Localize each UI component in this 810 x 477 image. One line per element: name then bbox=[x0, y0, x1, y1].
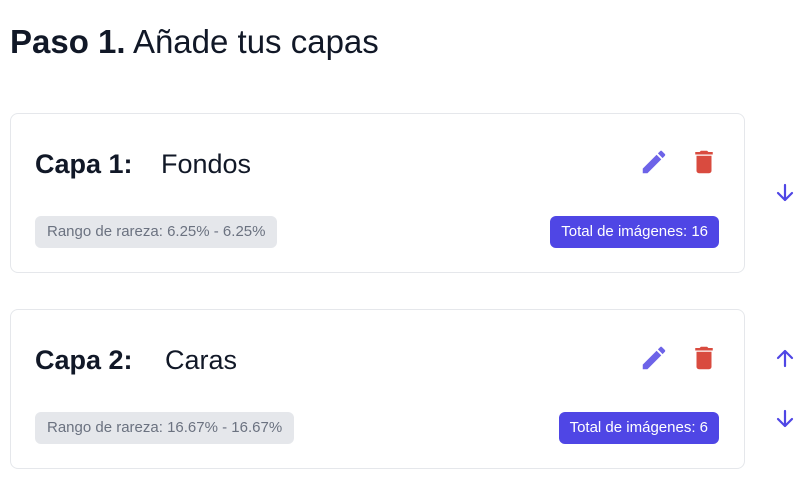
delete-button[interactable] bbox=[688, 146, 720, 178]
layer-label: Capa 2: bbox=[35, 345, 133, 375]
move-down-button[interactable] bbox=[772, 406, 798, 432]
pencil-icon bbox=[642, 150, 666, 174]
edit-button[interactable] bbox=[638, 342, 670, 374]
total-images-badge: Total de imágenes: 16 bbox=[550, 216, 719, 248]
pencil-icon bbox=[642, 346, 666, 370]
step-label: Paso 1. bbox=[10, 23, 126, 60]
move-up-button[interactable] bbox=[772, 345, 798, 371]
edit-button[interactable] bbox=[638, 146, 670, 178]
move-down-button[interactable] bbox=[772, 180, 798, 206]
layer-label: Capa 1: bbox=[35, 149, 133, 179]
delete-button[interactable] bbox=[688, 342, 720, 374]
rarity-badge: Rango de rareza: 16.67% - 16.67% bbox=[35, 412, 295, 444]
layer-name: Fondos bbox=[161, 149, 252, 179]
layer-card: Capa 2: Caras Rango de rareza: 16.67% - … bbox=[10, 309, 745, 469]
layer-name: Caras bbox=[165, 345, 238, 375]
layer-card: Capa 1: Fondos Rango de rareza: 6.25% - … bbox=[10, 113, 745, 273]
arrow-up-icon bbox=[776, 349, 794, 368]
total-images-badge: Total de imágenes: 6 bbox=[558, 412, 719, 444]
arrow-down-icon bbox=[776, 183, 794, 202]
trash-icon bbox=[695, 150, 713, 174]
page-title: Paso 1. Añade tus capas bbox=[10, 20, 379, 64]
title-text: Añade tus capas bbox=[132, 23, 379, 60]
trash-icon bbox=[695, 346, 713, 370]
arrow-down-icon bbox=[776, 409, 794, 428]
rarity-badge: Rango de rareza: 6.25% - 6.25% bbox=[35, 216, 278, 248]
